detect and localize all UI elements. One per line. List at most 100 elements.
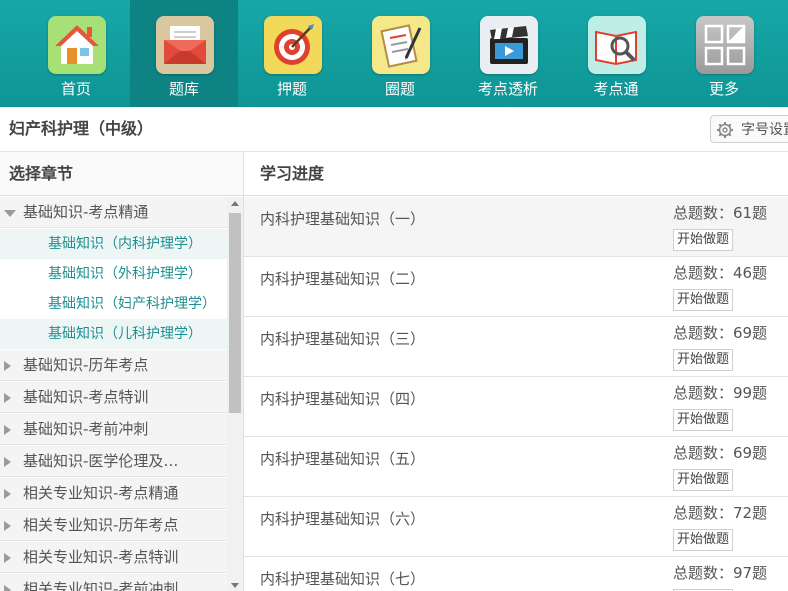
gear-icon	[717, 122, 733, 138]
exercise-name: 内科护理基础知识（三）	[260, 330, 426, 348]
nav-item-predict[interactable]: 押题	[238, 0, 346, 107]
font-size-button[interactable]: 字号设置	[710, 115, 788, 143]
target-icon	[264, 16, 322, 74]
chapter-group-item[interactable]: 基础知识-历年考点	[0, 350, 227, 381]
envelope-icon	[156, 16, 214, 74]
exercise-total: 总题数：69题	[673, 324, 768, 342]
chapter-sub-item[interactable]: 基础知识（妇产科护理学）	[0, 289, 227, 319]
chapter-group-item[interactable]: 基础知识-考前冲刺	[0, 414, 227, 445]
chapter-group-label: 相关专业知识-考点特训	[23, 548, 179, 566]
exercise-row: 内科护理基础知识（七） 总题数：97题 开始做题	[244, 557, 788, 591]
chapter-sub-item[interactable]: 基础知识（外科护理学）	[0, 259, 227, 289]
chevron-right-icon	[4, 361, 11, 371]
chevron-right-icon	[4, 457, 11, 467]
nav-label: 考点透析	[477, 80, 538, 98]
top-nav: 首页 题库 押题 圈题 考点透析 考点通 更多	[0, 0, 788, 107]
title-bar: 妇产科护理（中级） 字号设置	[0, 107, 788, 152]
chapter-sub-item[interactable]: 基础知识（儿科护理学）	[0, 319, 227, 349]
chapter-group-label: 相关专业知识-历年考点	[23, 516, 179, 534]
exercise-name: 内科护理基础知识（二）	[260, 270, 426, 288]
exercise-name: 内科护理基础知识（五）	[260, 450, 426, 468]
clipboard-icon	[372, 16, 430, 74]
start-practice-button[interactable]: 开始做题	[673, 529, 734, 551]
chevron-right-icon	[4, 489, 11, 499]
chapter-group-label: 相关专业知识-考点精通	[23, 484, 179, 502]
chapter-group-item[interactable]: 基础知识-考点精通	[0, 197, 227, 228]
chevron-right-icon	[4, 585, 11, 591]
scroll-up-icon[interactable]	[231, 201, 239, 206]
exercise-name: 内科护理基础知识（七）	[260, 570, 426, 588]
progress-panel-title: 学习进度	[260, 164, 325, 183]
chevron-right-icon	[4, 425, 11, 435]
chapter-group-label: 基础知识-考点精通	[23, 203, 149, 221]
nav-item-question-bank[interactable]: 题库	[130, 0, 238, 107]
chapter-sub-label: 基础知识（儿科护理学）	[48, 326, 202, 342]
grid-icon	[696, 16, 754, 74]
exercise-name: 内科护理基础知识（六）	[260, 510, 426, 528]
chevron-right-icon	[4, 553, 11, 563]
chapter-sub-label: 基础知识（妇产科护理学）	[48, 296, 216, 312]
exercise-total: 总题数：97题	[673, 564, 768, 582]
chevron-down-icon	[4, 210, 16, 217]
nav-label: 更多	[708, 80, 739, 98]
nav-item-more[interactable]: 更多	[670, 0, 778, 107]
chapter-panel: 选择章节 基础知识-考点精通 基础知识（内科护理学） 基础知识（外科护理学） 基…	[0, 152, 244, 591]
nav-label: 圈题	[384, 80, 415, 98]
clapperboard-icon	[480, 16, 538, 74]
chapter-group-label: 基础知识-历年考点	[23, 356, 149, 374]
chapter-group-label: 基础知识-医学伦理及…	[23, 452, 179, 470]
exercise-total: 总题数：72题	[673, 504, 768, 522]
exercise-row: 内科护理基础知识（五） 总题数：69题 开始做题	[244, 437, 788, 497]
chevron-right-icon	[4, 393, 11, 403]
chapter-group-label: 基础知识-考前冲刺	[23, 420, 149, 438]
chapter-group-item[interactable]: 相关专业知识-考前冲刺	[0, 574, 227, 591]
chapter-group-item[interactable]: 基础知识-医学伦理及…	[0, 446, 227, 477]
scroll-down-icon[interactable]	[231, 583, 239, 588]
start-practice-button[interactable]: 开始做题	[673, 349, 734, 371]
start-practice-button[interactable]: 开始做题	[673, 469, 734, 491]
nav-label: 首页	[60, 80, 91, 98]
exercise-name: 内科护理基础知识（四）	[260, 390, 426, 408]
nav-item-keypoints[interactable]: 考点通	[562, 0, 670, 107]
chapter-sub-label: 基础知识（外科护理学）	[48, 266, 202, 282]
home-icon	[48, 16, 106, 74]
nav-label: 押题	[276, 80, 307, 98]
exercise-row: 内科护理基础知识（一） 总题数：61题 开始做题	[244, 197, 788, 257]
chapter-group-item[interactable]: 相关专业知识-考点特训	[0, 542, 227, 573]
progress-panel: 学习进度 内科护理基础知识（一） 总题数：61题 开始做题 内科护理基础知识（二…	[244, 152, 788, 591]
chapter-tree: 基础知识-考点精通 基础知识（内科护理学） 基础知识（外科护理学） 基础知识（妇…	[0, 197, 227, 591]
start-practice-button[interactable]: 开始做题	[673, 409, 734, 431]
magnifier-book-icon	[588, 16, 646, 74]
progress-panel-header: 学习进度	[244, 152, 788, 196]
chapter-sub-item[interactable]: 基础知识（内科护理学）	[0, 229, 227, 259]
exercise-total: 总题数：69题	[673, 444, 768, 462]
chapter-group-item[interactable]: 相关专业知识-考点精通	[0, 478, 227, 509]
chapter-panel-header: 选择章节	[0, 152, 243, 196]
exercise-total: 总题数：46题	[673, 264, 768, 282]
exercise-total: 总题数：99题	[673, 384, 768, 402]
chapter-sub-label: 基础知识（内科护理学）	[48, 236, 202, 252]
chapter-panel-title: 选择章节	[9, 164, 74, 183]
start-practice-button[interactable]: 开始做题	[673, 289, 734, 311]
scroll-thumb[interactable]	[229, 213, 241, 413]
chapter-scrollbar[interactable]	[227, 197, 243, 591]
exercise-total: 总题数：61题	[673, 204, 768, 222]
exercise-row: 内科护理基础知识（六） 总题数：72题 开始做题	[244, 497, 788, 557]
page-title: 妇产科护理（中级）	[9, 119, 154, 138]
nav-label: 考点通	[593, 80, 639, 98]
exercise-row: 内科护理基础知识（二） 总题数：46题 开始做题	[244, 257, 788, 317]
chevron-right-icon	[4, 521, 11, 531]
nav-item-analysis[interactable]: 考点透析	[454, 0, 562, 107]
start-practice-button[interactable]: 开始做题	[673, 229, 734, 251]
chapter-group-item[interactable]: 相关专业知识-历年考点	[0, 510, 227, 541]
app-window: 首页 题库 押题 圈题 考点透析 考点通 更多 妇产科护理（中级） 字号设 选择…	[0, 0, 788, 591]
chapter-group-label: 基础知识-考点特训	[23, 388, 149, 406]
chapter-group-label: 相关专业知识-考前冲刺	[23, 580, 179, 591]
chapter-group-item[interactable]: 基础知识-考点特训	[0, 382, 227, 413]
exercise-row: 内科护理基础知识（三） 总题数：69题 开始做题	[244, 317, 788, 377]
exercise-row: 内科护理基础知识（四） 总题数：99题 开始做题	[244, 377, 788, 437]
nav-label: 题库	[168, 80, 199, 98]
nav-item-home[interactable]: 首页	[22, 0, 130, 107]
nav-item-circle[interactable]: 圈题	[346, 0, 454, 107]
font-size-label: 字号设置	[741, 122, 788, 138]
